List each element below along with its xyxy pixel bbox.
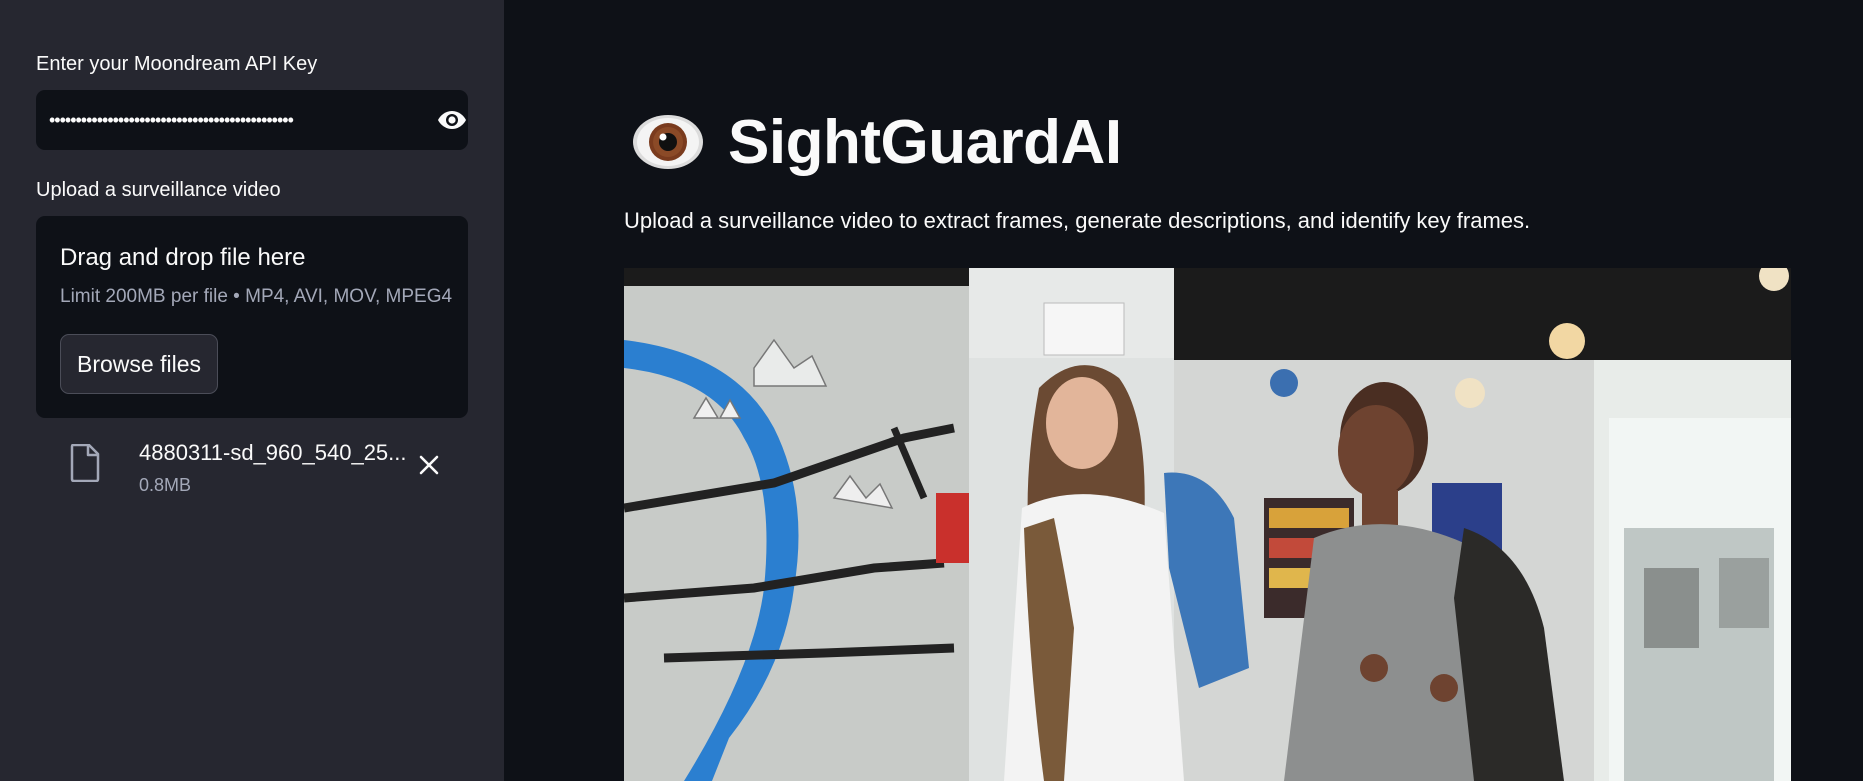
sidebar: Enter your Moondream API Key •••••••••••… — [0, 0, 504, 781]
eye-icon — [438, 111, 466, 129]
api-key-label: Enter your Moondream API Key — [36, 53, 318, 75]
page-title: SightGuardAI — [728, 107, 1122, 177]
file-dropzone[interactable]: Drag and drop file here Limit 200MB per … — [36, 216, 468, 418]
api-key-masked-value[interactable]: ••••••••••••••••••••••••••••••••••••••••… — [49, 107, 417, 133]
uploaded-file-item: 4880311-sd_960_540_25... 0.8MB — [36, 430, 468, 500]
title-row: SightGuardAI — [632, 104, 1122, 180]
eye-emoji-icon — [633, 115, 703, 169]
dropzone-limit-text: Limit 200MB per file • MP4, AVI, MOV, MP… — [60, 286, 453, 307]
remove-file-button[interactable] — [414, 450, 444, 480]
page-subtitle: Upload a surveillance video to extract f… — [624, 208, 1531, 233]
app: Enter your Moondream API Key •••••••••••… — [0, 0, 1863, 781]
close-icon — [419, 455, 439, 475]
video-player[interactable] — [624, 268, 1791, 781]
uploaded-file-size: 0.8MB — [139, 475, 192, 495]
browse-files-button[interactable]: Browse files — [60, 334, 218, 394]
dropzone-title: Drag and drop file here — [60, 244, 306, 271]
uploaded-file-name: 4880311-sd_960_540_25... — [139, 440, 407, 465]
video-frame — [624, 268, 1791, 781]
file-icon — [70, 444, 100, 482]
upload-label: Upload a surveillance video — [36, 179, 281, 201]
api-key-input[interactable]: ••••••••••••••••••••••••••••••••••••••••… — [36, 90, 468, 150]
main-content: SightGuardAI Upload a surveillance video… — [504, 0, 1863, 781]
show-password-button[interactable] — [436, 106, 468, 134]
